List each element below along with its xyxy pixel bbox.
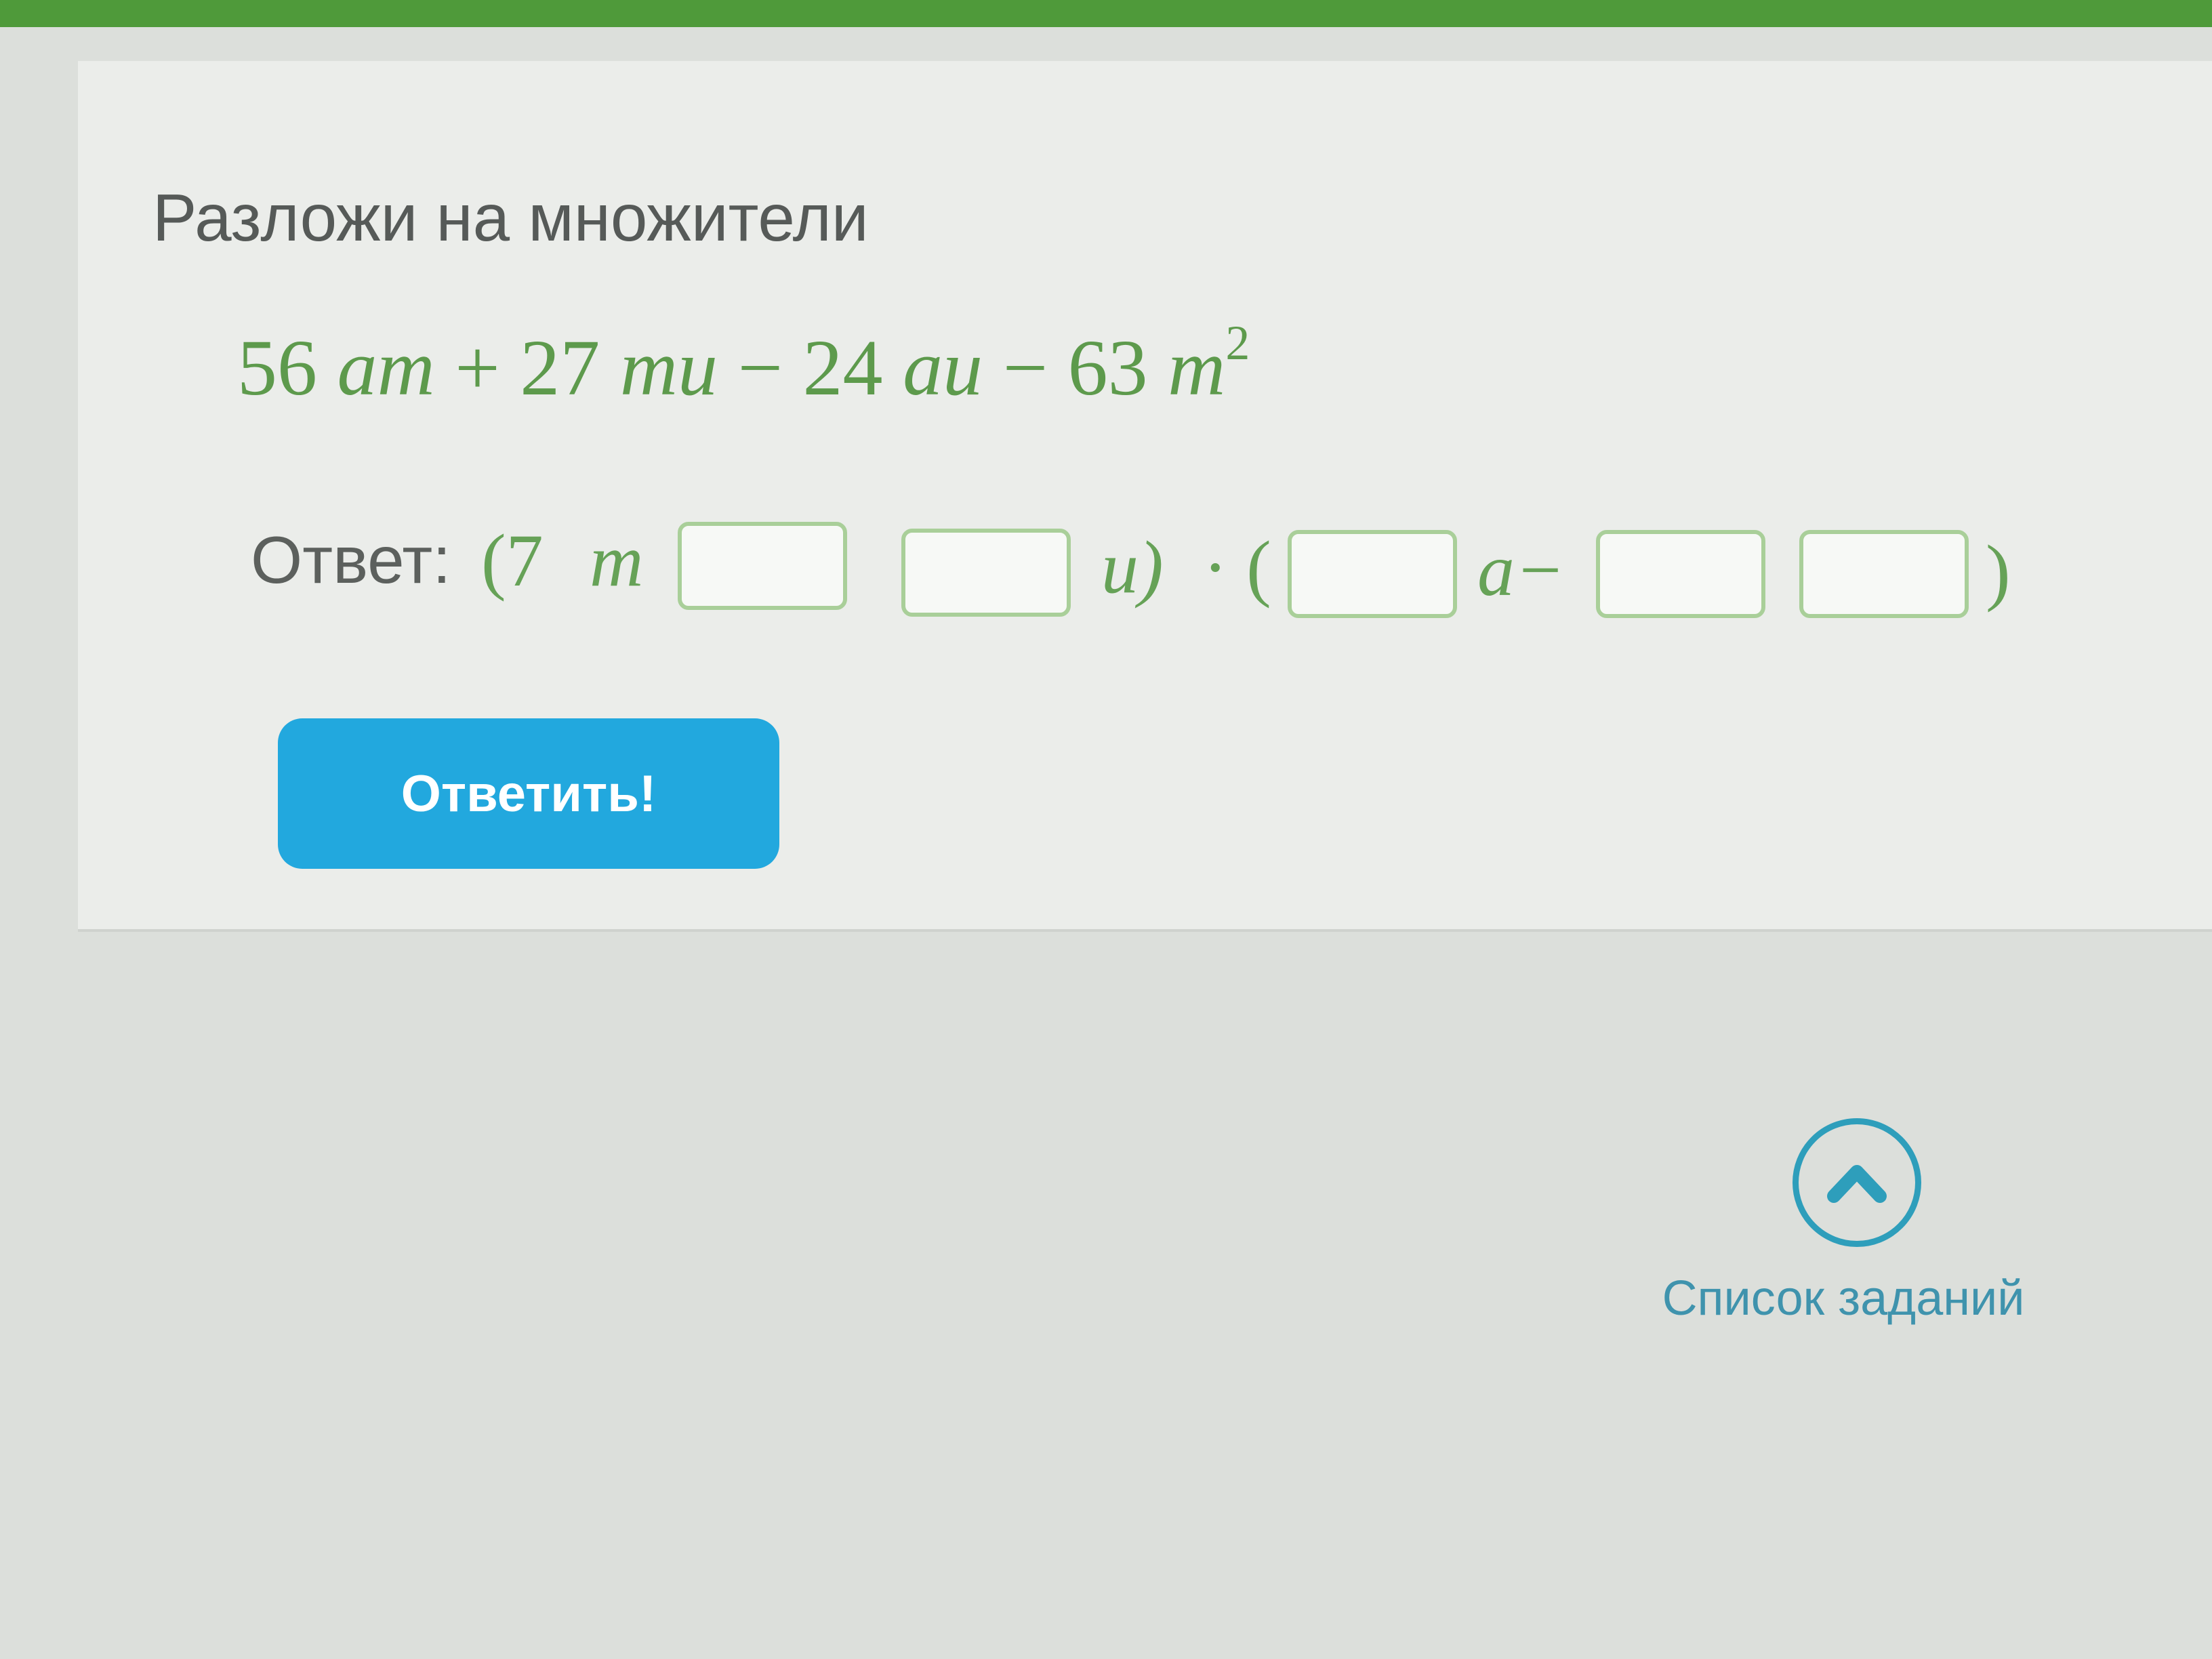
expr-term-3-var: au — [903, 323, 983, 412]
page-background: Разложи на множители 56 am + 27 mu − 24 … — [0, 27, 2212, 1659]
expr-term-1-var: am — [337, 323, 435, 412]
expr-term-2-var: mu — [619, 323, 718, 412]
answer-dot-open-paren: · ( — [1203, 526, 1271, 609]
task-expression: 56 am + 27 mu − 24 au − 63 m2 — [237, 316, 1250, 414]
submit-answer-button[interactable]: Ответить! — [278, 718, 779, 869]
answer-input-3[interactable] — [1288, 530, 1457, 618]
answer-var-m: m — [590, 519, 644, 602]
answer-open-paren-seven: (7 — [481, 519, 544, 602]
expr-term-1-coef: 56 — [237, 323, 337, 412]
expr-op-2: − 24 — [718, 323, 903, 412]
answer-var-u-close: u) — [1101, 526, 1164, 609]
task-list-link[interactable]: Список заданий — [1620, 1118, 2067, 1342]
answer-input-4[interactable] — [1596, 530, 1765, 618]
task-instruction: Разложи на множители — [152, 180, 869, 255]
task-card: Разложи на множители 56 am + 27 mu − 24 … — [78, 61, 2212, 932]
answer-input-2[interactable] — [901, 529, 1071, 617]
expr-term-4-exponent: 2 — [1225, 315, 1250, 370]
task-list-label[interactable]: Список заданий — [1620, 1271, 2067, 1326]
expr-op-3: − 63 — [983, 323, 1168, 412]
answer-label: Ответ: — [251, 523, 451, 597]
expr-op-1: + 27 — [434, 323, 620, 412]
answer-input-1[interactable] — [678, 522, 847, 610]
answer-input-5[interactable] — [1799, 530, 1969, 618]
answer-close-paren: ) — [1986, 530, 2011, 613]
expr-term-4-var: m — [1168, 323, 1226, 412]
chevron-up-icon — [1827, 1165, 1887, 1203]
answer-var-a-minus: a− — [1477, 529, 1565, 611]
task-list-circle[interactable] — [1793, 1118, 1921, 1247]
